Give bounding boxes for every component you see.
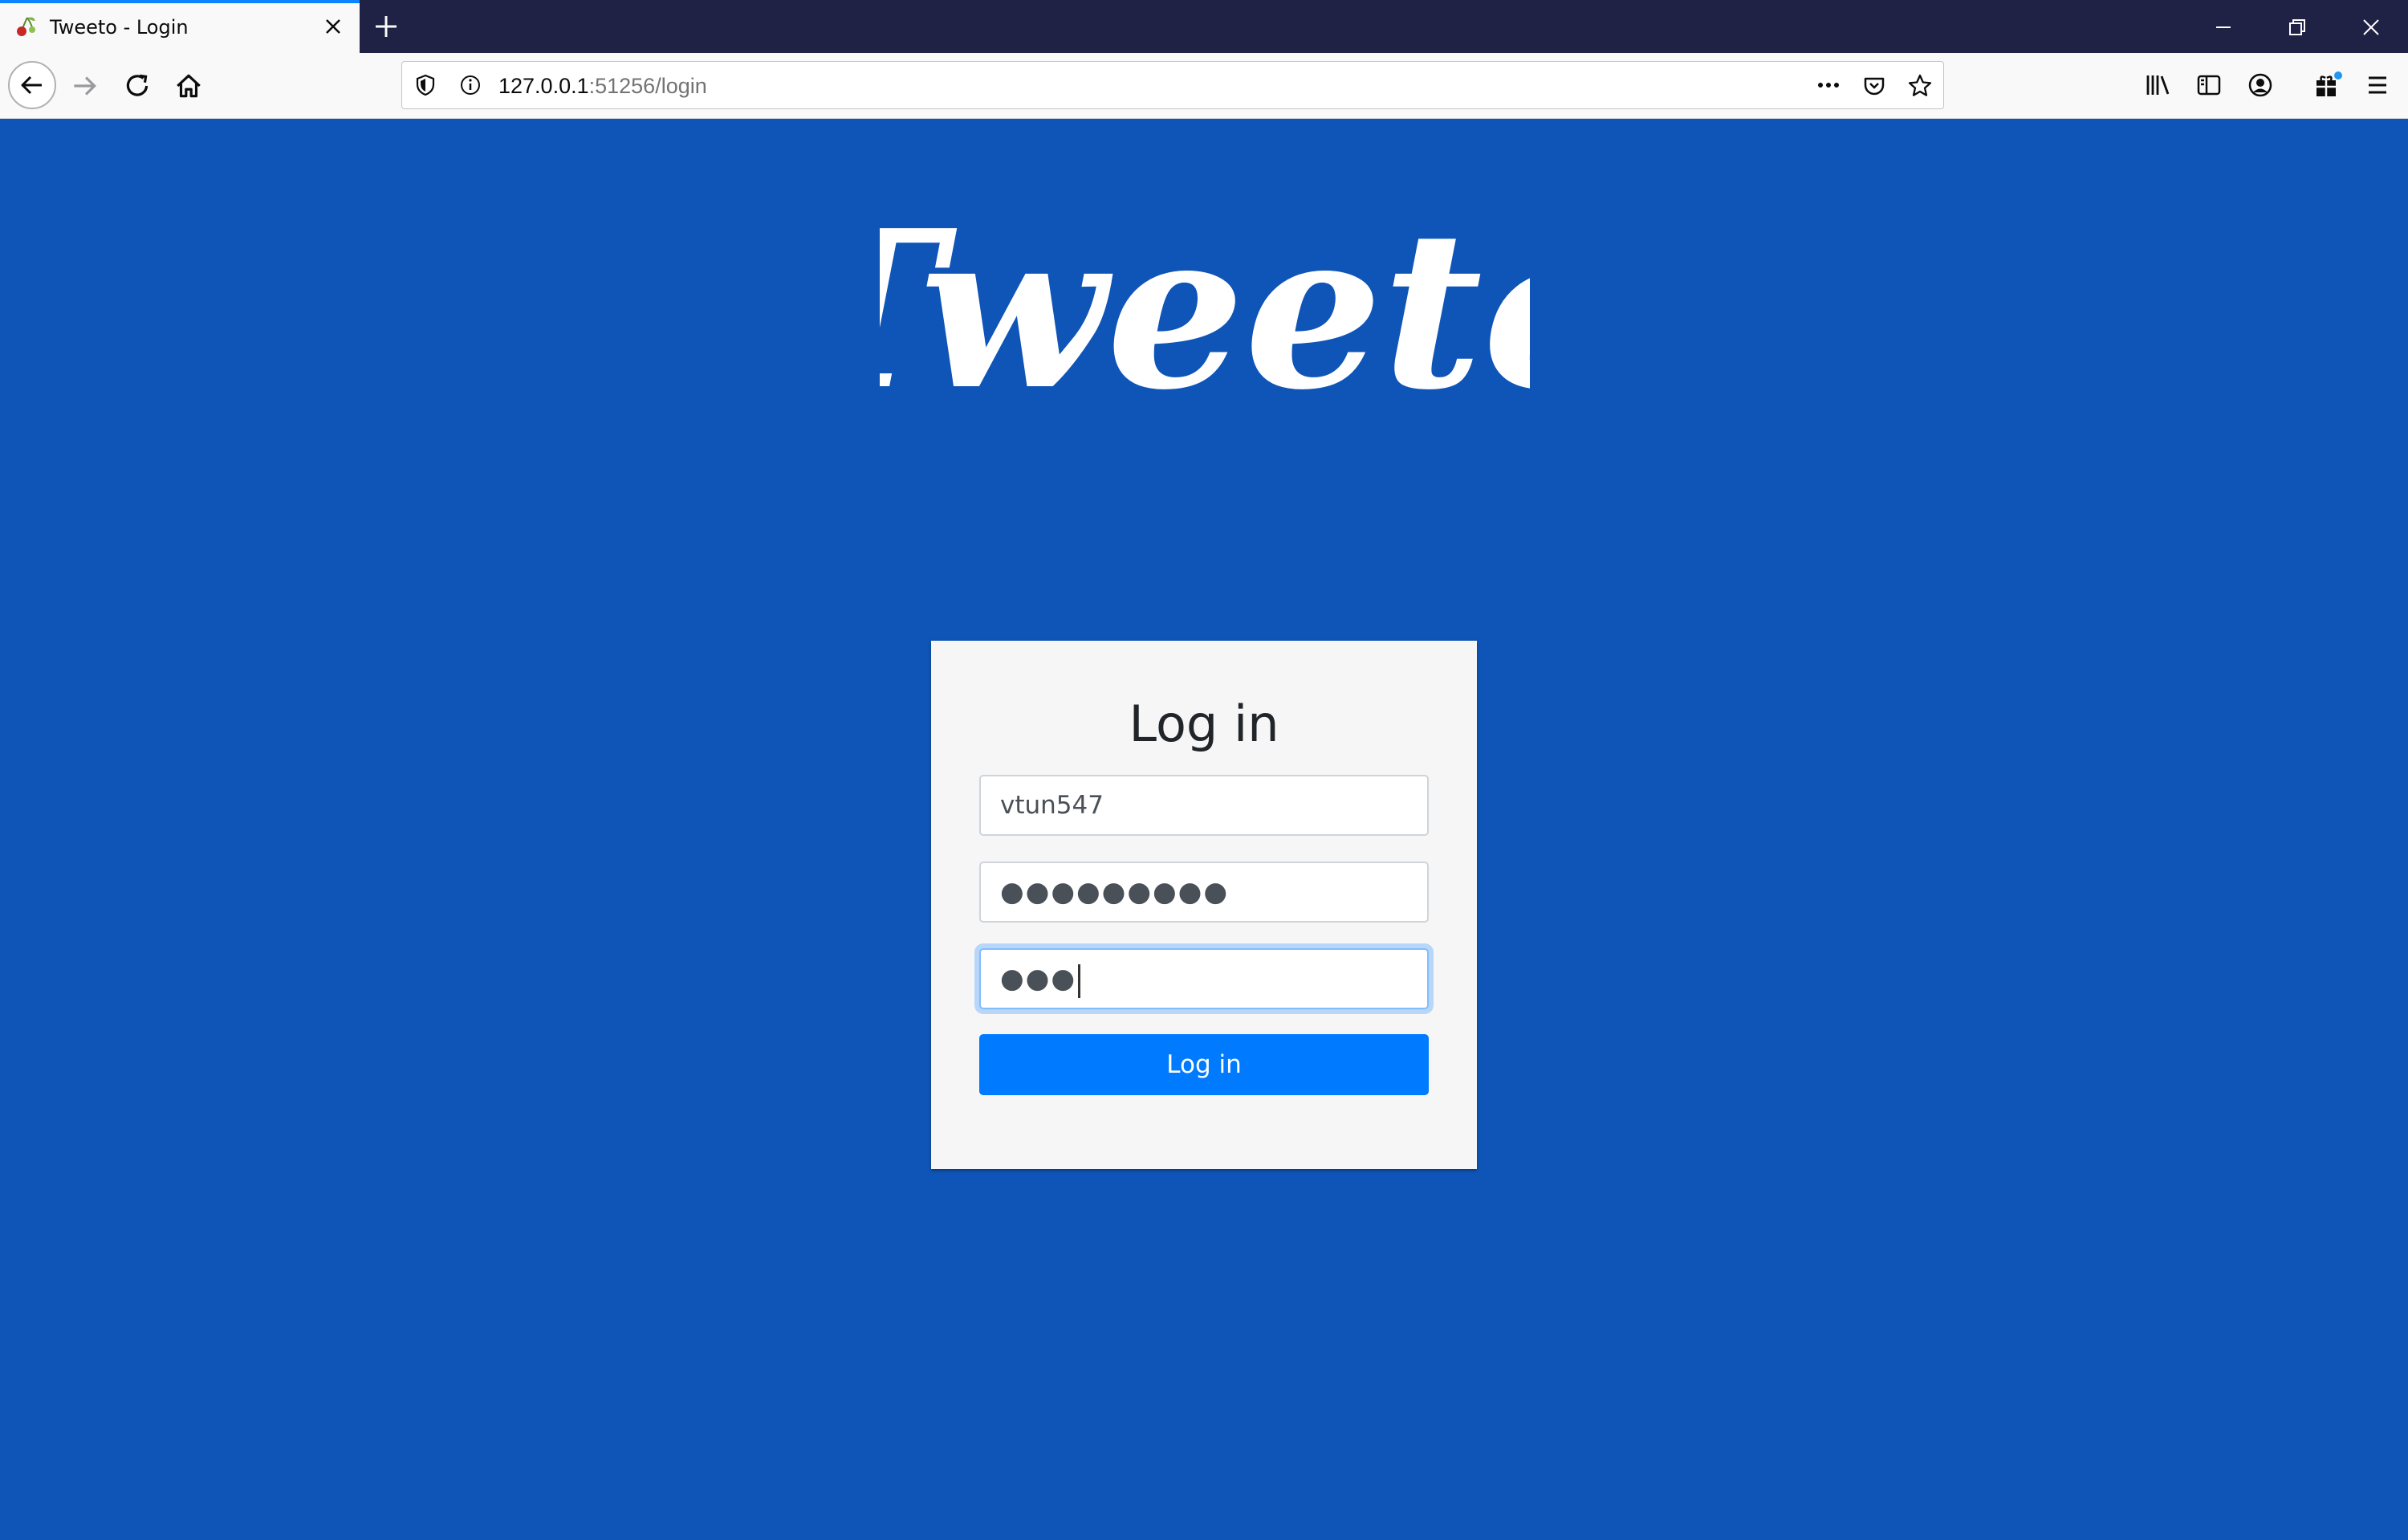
bookmark-star-icon[interactable] <box>1906 72 1934 100</box>
confirm-input[interactable]: ●●● <box>979 948 1429 1009</box>
new-tab-icon[interactable] <box>371 11 401 42</box>
more-actions-icon[interactable] <box>1815 73 1842 97</box>
sidebar-icon[interactable] <box>2194 71 2223 100</box>
minimize-icon[interactable] <box>2207 11 2239 43</box>
tweeto-logo: Tweeto <box>880 189 1530 414</box>
text-caret <box>1078 964 1081 998</box>
account-icon[interactable] <box>2246 71 2275 100</box>
shield-icon[interactable] <box>413 73 437 97</box>
close-tab-icon[interactable] <box>319 13 347 40</box>
tab-strip: Tweeto - Login <box>0 0 2408 53</box>
pocket-icon[interactable] <box>1861 73 1887 99</box>
extensions-gift-icon[interactable] <box>2312 69 2344 101</box>
tab-tweeto-login[interactable]: Tweeto - Login <box>0 0 360 53</box>
cherry-icon <box>17 17 35 36</box>
password-value: ●●●●●●●●● <box>1000 876 1230 908</box>
url-text[interactable]: 127.0.0.1:51256/login <box>498 72 707 100</box>
library-icon[interactable] <box>2143 71 2172 100</box>
back-button[interactable] <box>8 61 56 109</box>
info-icon[interactable] <box>458 73 482 97</box>
tab-active-indicator <box>0 0 360 3</box>
url-host: 127.0.0.1 <box>498 74 589 98</box>
confirm-value: ●●● <box>1000 963 1077 995</box>
tab-title: Tweeto - Login <box>50 16 189 39</box>
restore-icon[interactable] <box>2281 11 2313 43</box>
arrow-right-icon[interactable] <box>69 71 100 101</box>
menu-hamburger-icon[interactable] <box>2363 71 2392 100</box>
home-icon[interactable] <box>173 71 204 101</box>
username-value: vtun547 <box>1000 791 1104 820</box>
password-input[interactable]: ●●●●●●●●● <box>979 862 1429 923</box>
close-window-icon[interactable] <box>2355 11 2387 43</box>
login-button[interactable]: Log in <box>979 1034 1429 1095</box>
arrow-left-icon <box>21 75 42 95</box>
nav-toolbar: 127.0.0.1:51256/login <box>0 53 2408 119</box>
url-bar[interactable]: 127.0.0.1:51256/login <box>401 61 1944 109</box>
url-path: :51256/login <box>588 74 707 98</box>
login-title: Log in <box>1129 695 1279 753</box>
logo-text: Tweeto <box>880 189 1530 414</box>
reload-icon[interactable] <box>122 71 153 101</box>
login-card: Log in vtun547 ●●●●●●●●● ●●● Log in <box>931 641 1477 1169</box>
username-input[interactable]: vtun547 <box>979 775 1429 836</box>
